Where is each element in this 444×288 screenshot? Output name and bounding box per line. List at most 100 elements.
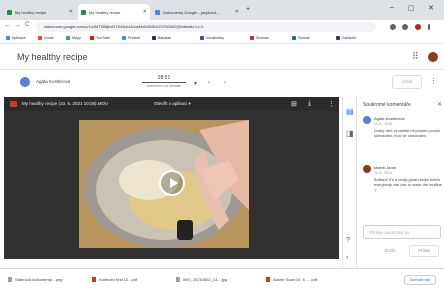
- minimize-button[interactable]: –: [390, 4, 394, 11]
- docs-icon: [155, 9, 160, 15]
- bookmarks-bar: Aplikace Gmail Mapy YouTube Preklad Baka…: [0, 34, 444, 44]
- viewer-toolbar: My healthy recipe (10. 6. 2021 10:08).MO…: [4, 97, 339, 111]
- url-text: classroom.google.com/u/1/c/MTI5MjkxNTE4N…: [44, 24, 204, 29]
- play-icon[interactable]: [159, 170, 185, 196]
- youtube-icon: [90, 36, 94, 40]
- file-icon: [8, 277, 12, 282]
- bookmark-icon: [250, 36, 254, 40]
- apps-grid-icon[interactable]: ⠿: [412, 51, 419, 62]
- submission-bar: Agáta Kostlerová 28:51 dokončeno ve form…: [0, 70, 444, 94]
- apps-icon: [6, 36, 10, 40]
- comment-text: Dobrý den, promiňte mi prosím pozdní ode…: [374, 128, 441, 138]
- comment-text: Brilliant! It's a really great recipe wh…: [374, 177, 442, 192]
- bookmark-item[interactable]: YouTube: [90, 36, 110, 40]
- cancel-button[interactable]: Zrušit: [377, 245, 403, 257]
- gmail-icon: [38, 36, 42, 40]
- comment-input[interactable]: Přidejte soukromý ko...: [363, 225, 441, 239]
- profile-avatar[interactable]: [415, 24, 421, 30]
- grade-label: dokončeno ve formátu: [142, 82, 186, 88]
- return-button[interactable]: Vrátit: [392, 75, 422, 89]
- comment-input-placeholder: Přidejte soukromý ko...: [369, 230, 413, 235]
- avatar: [363, 116, 371, 124]
- bookmark-item[interactable]: Vocabulary: [200, 36, 224, 40]
- grade-box[interactable]: 28:51 dokončeno ve formátu: [142, 74, 186, 90]
- comment-date: 20. 6., 15:11: [374, 171, 393, 175]
- more-icon[interactable]: ⋮: [430, 77, 437, 85]
- download-item[interactable]: Stáhnout dokumenty....png: [8, 277, 63, 282]
- student-avatar: [20, 77, 30, 87]
- bookmark-icon: [152, 36, 156, 40]
- close-icon[interactable]: ✕: [143, 9, 147, 15]
- download-item[interactable]: IMG_20210602_13....jpg: [176, 277, 227, 282]
- page-header: My healthy recipe ⠿: [0, 44, 444, 70]
- browser-menu-icon[interactable]: [428, 24, 430, 30]
- private-comments-panel: Soukromé komentáře ✕ Agáta Kostlerová 10…: [356, 97, 444, 267]
- download-item[interactable]: Kontrolní test 10...pdf: [92, 277, 137, 282]
- tab-2-label: My healthy recipe: [89, 9, 121, 15]
- rubric-icon[interactable]: ◨: [346, 129, 354, 138]
- bookmark-icon: [336, 36, 340, 40]
- classroom-icon: [81, 9, 86, 15]
- file-viewer: My healthy recipe (10. 6. 2021 10:08).MO…: [4, 97, 339, 259]
- back-button[interactable]: ←: [4, 22, 11, 29]
- bookmark-icon: [292, 36, 296, 40]
- bookmark-item[interactable]: Bakalari: [152, 36, 171, 40]
- chevron-right-icon[interactable]: ›: [346, 254, 348, 261]
- user-avatar[interactable]: [428, 52, 438, 62]
- tab-strip: My healthy recipe ✕ My healthy recipe ✕ …: [0, 0, 444, 20]
- next-student-button[interactable]: ›: [224, 80, 226, 86]
- comments-title: Soukromé komentáře: [363, 102, 411, 108]
- download-item[interactable]: Adobe Scan 10. 6. ....pdf: [266, 277, 317, 282]
- translate-icon: [122, 36, 126, 40]
- classroom-icon: [7, 9, 12, 15]
- close-icon[interactable]: ✕: [69, 9, 73, 15]
- previous-student-button[interactable]: ‹: [208, 80, 210, 86]
- bookmark-item[interactable]: Zakladni: [336, 36, 356, 40]
- maximize-button[interactable]: ▢: [408, 4, 415, 12]
- student-name: Agáta Kostlerová: [36, 79, 71, 84]
- image-icon: [176, 277, 180, 282]
- comment-add-icon[interactable]: ⊞: [291, 100, 297, 108]
- tab-1[interactable]: My healthy recipe ✕: [4, 4, 76, 20]
- close-icon[interactable]: ✕: [437, 101, 442, 108]
- page-title: My healthy recipe: [17, 52, 88, 62]
- bookmark-item[interactable]: Gmail: [38, 36, 53, 40]
- help-icon[interactable]: ?: [346, 237, 350, 244]
- comment-panel-icon[interactable]: ▤: [346, 107, 354, 116]
- video-file-icon: [10, 101, 17, 107]
- close-window-button[interactable]: ✕: [428, 4, 434, 12]
- bookmark-item[interactable]: Slovnik: [292, 36, 310, 40]
- open-with-button[interactable]: Otevřít v aplikaci ▾: [154, 101, 191, 107]
- comment-author: Agáta Kostlerová: [374, 116, 405, 121]
- chevron-down-icon[interactable]: ▾: [194, 80, 197, 87]
- extension-icon[interactable]: [390, 24, 396, 30]
- bookmark-item[interactable]: Mapy: [66, 36, 81, 40]
- close-icon[interactable]: ✕: [235, 9, 239, 15]
- extensions-puzzle-icon[interactable]: [402, 24, 408, 30]
- more-vert-icon[interactable]: ⋮: [328, 100, 335, 108]
- maps-icon: [66, 36, 70, 40]
- post-button[interactable]: Přidat: [409, 245, 439, 257]
- bookmark-item[interactable]: Seznam: [250, 36, 269, 40]
- open-with-label: Otevřít v aplikaci: [154, 101, 188, 106]
- new-tab-button[interactable]: +: [246, 6, 250, 13]
- comment-author: Marek Jaroš: [374, 165, 397, 170]
- download-icon[interactable]: ⤓: [308, 100, 311, 108]
- downloads-bar: Stáhnout dokumenty....png Kontrolní test…: [0, 268, 444, 288]
- reload-button[interactable]: C: [25, 22, 29, 28]
- video-thumbnail[interactable]: [79, 120, 249, 248]
- bookmark-item[interactable]: Preklad: [122, 36, 140, 40]
- comment-date: 10. 6., 10:46: [374, 122, 393, 126]
- bookmark-icon: [200, 36, 204, 40]
- show-all-downloads-button[interactable]: Zobrazit vše: [404, 275, 436, 285]
- url-input[interactable]: classroom.google.com/u/1/c/MTI5MjkxNTE4N…: [36, 22, 376, 32]
- forward-button[interactable]: →: [14, 22, 21, 29]
- viewer-filename: My healthy recipe (10. 6. 2021 10:08).MO…: [22, 101, 109, 106]
- chevron-down-icon: ▾: [188, 101, 191, 106]
- grade-value: 28:51: [157, 75, 171, 81]
- browser-window: My healthy recipe ✕ My healthy recipe ✕ …: [0, 0, 444, 288]
- bookmark-item[interactable]: Aplikace: [6, 36, 26, 40]
- pdf-icon: [266, 277, 270, 282]
- tab-2[interactable]: My healthy recipe ✕: [78, 4, 150, 20]
- tab-3[interactable]: Dokumenty Google - jazykova... ✕: [152, 4, 242, 20]
